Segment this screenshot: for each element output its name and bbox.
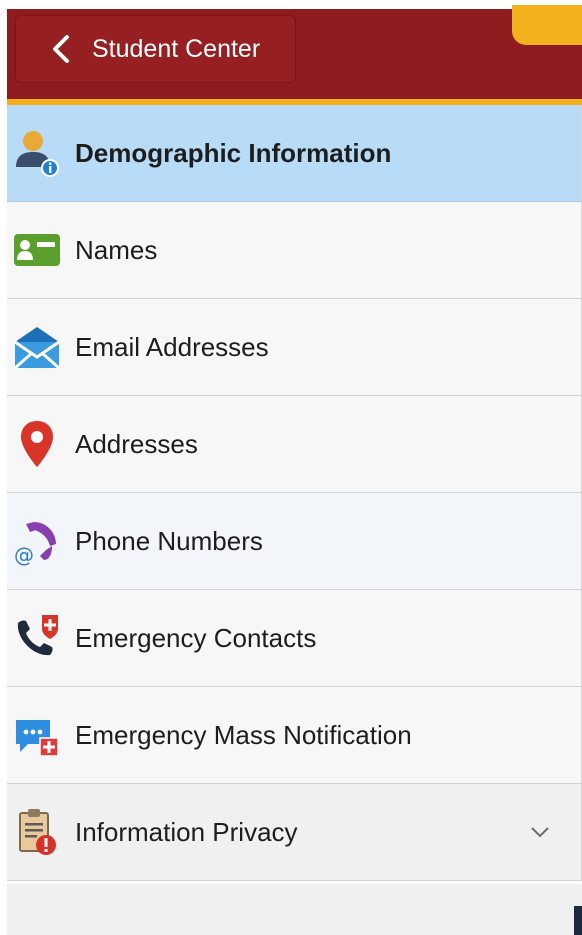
content-edge-mark: [574, 906, 582, 935]
page: Student Center Demographic Information N…: [0, 0, 582, 935]
nav-item-phone-numbers[interactable]: @ Phone Numbers: [7, 493, 581, 590]
nav-item-label: Phone Numbers: [75, 525, 263, 556]
nav-item-label: Information Privacy: [75, 816, 298, 847]
nav-item-addresses[interactable]: Addresses: [7, 396, 581, 493]
back-to-student-center-button[interactable]: Student Center: [15, 15, 296, 83]
chevron-down-icon[interactable]: [529, 821, 551, 843]
nav-item-names[interactable]: Names: [7, 202, 581, 299]
header-accent-tab: [512, 5, 582, 45]
user-info-icon: [9, 125, 65, 181]
nav-item-label: Names: [75, 234, 158, 265]
svg-text:@: @: [14, 543, 34, 566]
nav-item-label: Emergency Mass Notification: [75, 719, 412, 750]
notification-chat-icon: [9, 707, 65, 763]
phone-at-icon: @: [9, 513, 65, 569]
back-button-label: Student Center: [92, 34, 261, 63]
app-header: Student Center: [7, 5, 582, 105]
name-card-icon: [9, 222, 65, 278]
chevron-left-icon: [41, 29, 81, 69]
nav-item-label: Email Addresses: [75, 331, 269, 362]
map-pin-icon: [9, 416, 65, 472]
nav-item-emergency-mass-notification[interactable]: Emergency Mass Notification: [7, 687, 581, 784]
nav-item-emergency-contacts[interactable]: Emergency Contacts: [7, 590, 581, 687]
emergency-phone-icon: [9, 610, 65, 666]
envelope-icon: [9, 319, 65, 375]
nav-item-demographic-information[interactable]: Demographic Information: [7, 105, 581, 202]
nav-item-email-addresses[interactable]: Email Addresses: [7, 299, 581, 396]
privacy-clipboard-icon: [9, 804, 65, 860]
nav-item-label: Demographic Information: [75, 137, 392, 168]
nav-item-label: Emergency Contacts: [75, 622, 317, 653]
empty-panel-area: [7, 884, 582, 935]
nav-item-label: Addresses: [75, 428, 198, 459]
demographic-nav-list: Demographic Information Names Email Addr…: [7, 105, 582, 881]
nav-item-information-privacy[interactable]: Information Privacy: [7, 784, 581, 881]
